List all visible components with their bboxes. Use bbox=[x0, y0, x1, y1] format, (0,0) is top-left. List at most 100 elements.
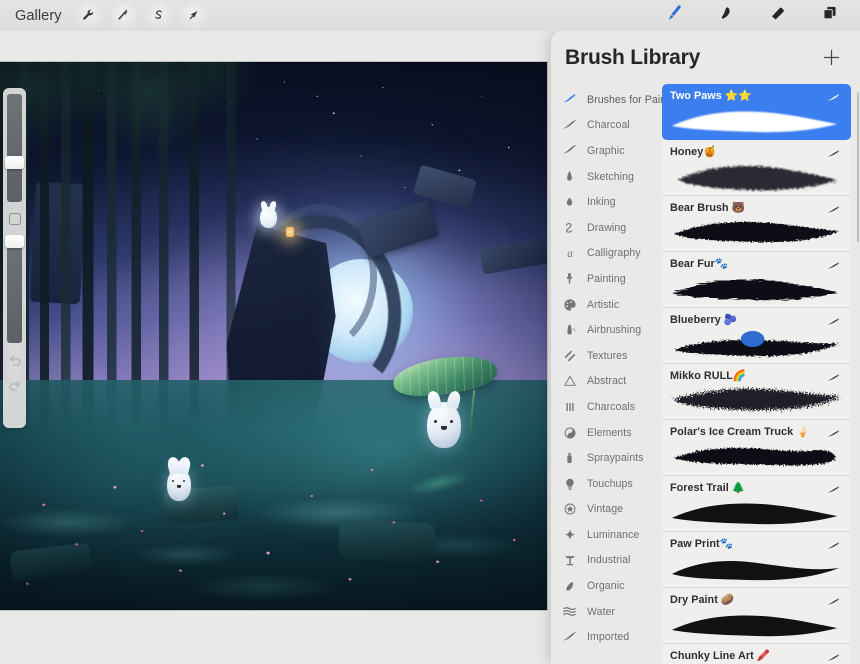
brush-edit-pen-icon[interactable] bbox=[826, 426, 843, 444]
brush-edit-pen-icon[interactable] bbox=[826, 202, 843, 220]
brush-opacity-knob[interactable] bbox=[5, 235, 24, 248]
plus-icon bbox=[823, 49, 839, 66]
gallery-button[interactable]: Gallery bbox=[10, 6, 67, 26]
pencil-tip-icon bbox=[560, 169, 579, 184]
panel-body: Brushes for Painters Charcoal Graphic Sketc… bbox=[551, 84, 860, 664]
brush-edit-pen-icon[interactable] bbox=[826, 538, 843, 556]
layers-button[interactable] bbox=[816, 3, 842, 29]
modify-button[interactable] bbox=[8, 213, 21, 225]
brush-stroke-icon bbox=[560, 117, 579, 134]
brush-edit-pen-icon[interactable] bbox=[826, 90, 843, 108]
brush-category-elements[interactable]: Elements bbox=[551, 420, 662, 446]
brush-edit-pen-icon[interactable] bbox=[826, 314, 843, 332]
top-toolbar: Gallery bbox=[0, 0, 860, 31]
triangle-icon bbox=[560, 373, 579, 389]
squiggle-icon bbox=[560, 220, 579, 236]
brush-category-label: Elements bbox=[587, 426, 632, 439]
brush-category-drawing[interactable]: Drawing bbox=[551, 215, 662, 241]
brush-item-name: Bear Fur🐾 bbox=[670, 258, 729, 270]
eraser-button[interactable] bbox=[764, 3, 790, 29]
selection-button[interactable] bbox=[145, 2, 172, 29]
brush-category-painting[interactable]: Painting bbox=[551, 266, 662, 292]
brush-category-charcoals[interactable]: Charcoals bbox=[551, 394, 662, 420]
brush-library-panel: Brush Library Brushes for Painters Charco… bbox=[551, 31, 860, 664]
brush-category-luminance[interactable]: Luminance bbox=[551, 522, 662, 548]
brush-list-scrollbar[interactable] bbox=[856, 92, 859, 242]
wrench-icon bbox=[81, 8, 96, 23]
brush-item-name: Bear Brush 🐻 bbox=[670, 202, 746, 214]
brush-category-water[interactable]: Water bbox=[551, 599, 662, 625]
brush-stroke-preview bbox=[668, 550, 845, 584]
transform-button[interactable] bbox=[180, 2, 207, 29]
brush-size-slider[interactable] bbox=[5, 94, 24, 202]
star-circle-icon bbox=[560, 501, 579, 517]
eraser-icon bbox=[768, 4, 787, 28]
brush-category-label: Water bbox=[587, 605, 616, 618]
layers-icon bbox=[820, 4, 839, 28]
brush-item-name: Forest Trail 🌲 bbox=[670, 482, 746, 494]
brush-item[interactable]: Bear Brush 🐻 bbox=[662, 196, 851, 252]
brush-category-airbrushing[interactable]: Airbrushing bbox=[551, 317, 662, 343]
redo-button[interactable] bbox=[7, 377, 23, 393]
brush-edit-pen-icon[interactable] bbox=[826, 482, 843, 500]
brush-category-touchups[interactable]: Touchups bbox=[551, 471, 662, 497]
brush-icon bbox=[663, 3, 683, 28]
brush-opacity-slider[interactable] bbox=[5, 235, 24, 343]
brush-item-name: Chunky Line Art 🖍️ bbox=[670, 650, 771, 662]
brush-item[interactable]: Blueberry 🫐 bbox=[662, 308, 851, 364]
brush-category-charcoal[interactable]: Charcoal bbox=[551, 113, 662, 139]
magic-wand-icon bbox=[116, 8, 131, 23]
brush-edit-pen-icon[interactable] bbox=[826, 650, 843, 664]
brush-category-brushes-for-painters[interactable]: Brushes for Painters bbox=[551, 87, 662, 113]
brush-edit-pen-icon[interactable] bbox=[826, 258, 843, 276]
toolbar-left-group: Gallery bbox=[0, 2, 207, 29]
adjustments-wand-button[interactable] bbox=[110, 2, 137, 29]
brush-item[interactable]: Chunky Line Art 🖍️ bbox=[662, 644, 851, 664]
brush-edit-pen-icon[interactable] bbox=[826, 370, 843, 388]
brush-item[interactable]: Paw Print🐾 bbox=[662, 532, 851, 588]
brush-category-label: Drawing bbox=[587, 221, 627, 234]
s-curve-icon bbox=[151, 8, 166, 23]
brush-item[interactable]: Honey🍯 bbox=[662, 140, 851, 196]
actions-wrench-button[interactable] bbox=[75, 2, 102, 29]
brush-category-vintage[interactable]: Vintage bbox=[551, 497, 662, 523]
brush-category-label: Spraypaints bbox=[587, 452, 644, 465]
brush-category-spraypaints[interactable]: Spraypaints bbox=[551, 445, 662, 471]
brush-category-label: Airbrushing bbox=[587, 324, 642, 337]
brush-item[interactable]: Dry Paint 🥔 bbox=[662, 588, 851, 644]
undo-button[interactable] bbox=[7, 352, 23, 368]
brush-item[interactable]: Mikko RULL🌈 bbox=[662, 364, 851, 420]
toolbar-right-group bbox=[660, 3, 860, 29]
brush-item-name: Dry Paint 🥔 bbox=[670, 594, 735, 606]
panel-header: Brush Library bbox=[551, 31, 860, 84]
brush-edit-pen-icon[interactable] bbox=[826, 146, 843, 164]
brush-item[interactable]: Two Paws ⭐⭐ bbox=[662, 84, 851, 140]
brush-item-name: Polar's Ice Cream Truck 🍦 bbox=[670, 426, 810, 438]
brush-category-imported[interactable]: Imported bbox=[551, 624, 662, 650]
paint-brush-button[interactable] bbox=[660, 3, 686, 29]
add-brush-button[interactable] bbox=[818, 45, 844, 71]
brush-category-industrial[interactable]: Industrial bbox=[551, 548, 662, 574]
brush-category-sketching[interactable]: Sketching bbox=[551, 164, 662, 190]
brush-category-organic[interactable]: Organic bbox=[551, 573, 662, 599]
brush-category-abstract[interactable]: Abstract bbox=[551, 369, 662, 395]
brush-item[interactable]: Forest Trail 🌲 bbox=[662, 476, 851, 532]
brush-category-label: Organic bbox=[587, 580, 625, 593]
brush-item[interactable]: Bear Fur🐾 bbox=[662, 252, 851, 308]
brush-category-label: Painting bbox=[587, 272, 626, 285]
brush-item[interactable]: Polar's Ice Cream Truck 🍦 bbox=[662, 420, 851, 476]
brush-edit-pen-icon[interactable] bbox=[826, 594, 843, 612]
brush-category-graphic[interactable]: Graphic bbox=[551, 138, 662, 164]
brush-category-textures[interactable]: Textures bbox=[551, 343, 662, 369]
waves-icon bbox=[560, 603, 579, 620]
brush-category-calligraphy[interactable]: a Calligraphy bbox=[551, 241, 662, 267]
brush-size-knob[interactable] bbox=[5, 156, 24, 169]
brush-items-list[interactable]: Two Paws ⭐⭐ Honey🍯 Bear Brush 🐻 Bear Fur🐾 Bl… bbox=[662, 84, 860, 664]
brush-category-artistic[interactable]: Artistic bbox=[551, 292, 662, 318]
brush-category-inking[interactable]: Inking bbox=[551, 189, 662, 215]
brush-category-list[interactable]: Brushes for Painters Charcoal Graphic Sketc… bbox=[551, 84, 662, 664]
smudge-button[interactable] bbox=[712, 3, 738, 29]
artwork-canvas[interactable] bbox=[0, 62, 547, 610]
brush-stroke-icon bbox=[560, 91, 579, 108]
brush-stroke-preview bbox=[668, 382, 845, 416]
